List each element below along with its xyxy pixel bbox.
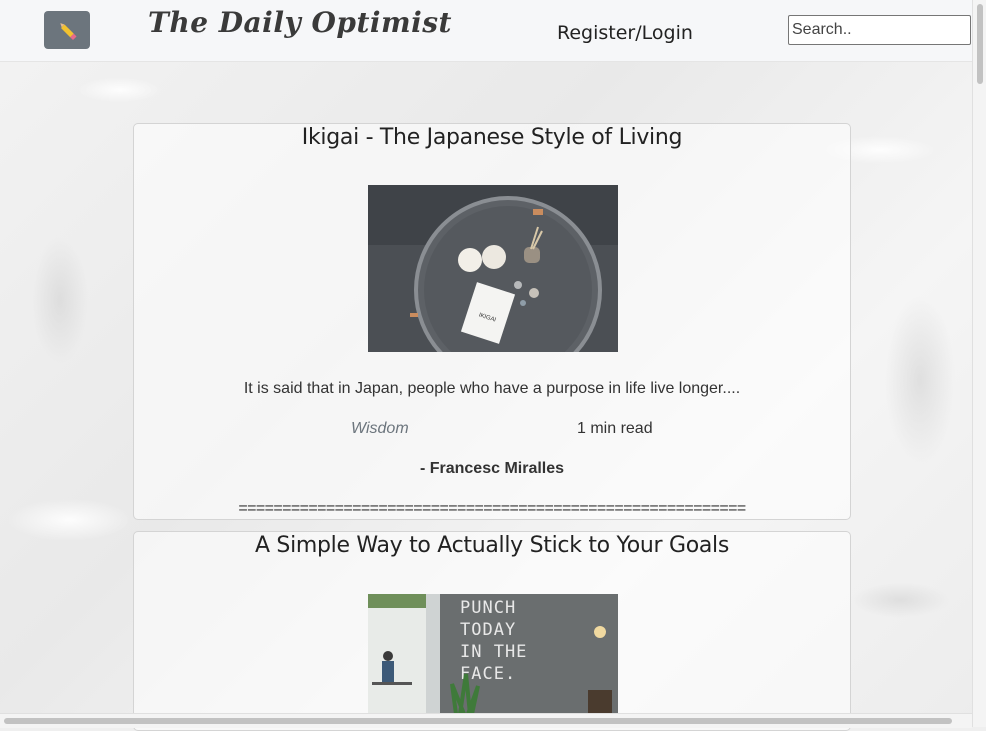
punch-today-image: PUNCH TODAY IN THE FACE.: [368, 594, 618, 714]
search-input[interactable]: [788, 15, 971, 45]
post-card: A Simple Way to Actually Stick to Your G…: [133, 531, 851, 731]
site-brand[interactable]: The Daily Optimist: [148, 6, 452, 39]
register-login-link[interactable]: Register/Login: [557, 22, 693, 44]
vertical-scroll-thumb[interactable]: [977, 4, 983, 84]
post-title[interactable]: Ikigai - The Japanese Style of Living: [134, 125, 850, 150]
post-category[interactable]: Wisdom: [351, 420, 409, 438]
post-excerpt: It is said that in Japan, people who hav…: [243, 380, 741, 397]
horizontal-scroll-thumb[interactable]: [4, 718, 952, 724]
post-divider: ========================================…: [238, 500, 746, 517]
horizontal-scrollbar[interactable]: [0, 713, 972, 728]
ikigai-tray-image: IKIGAI: [368, 185, 618, 352]
post-read-time: 1 min read: [577, 420, 653, 437]
image-text: PUNCH: [460, 598, 516, 618]
post-card: Ikigai - The Japanese Style of Living IK…: [133, 123, 851, 520]
post-author: - Francesc Miralles: [419, 460, 565, 477]
post-image[interactable]: PUNCH TODAY IN THE FACE.: [368, 594, 618, 714]
svg-text:IN THE: IN THE: [460, 642, 527, 662]
svg-text:TODAY: TODAY: [460, 620, 516, 640]
pencil-icon: [58, 21, 77, 40]
post-image[interactable]: IKIGAI: [368, 185, 618, 352]
top-navbar: The Daily Optimist Register/Login: [0, 0, 972, 62]
pencil-logo-button[interactable]: [44, 11, 90, 49]
vertical-scrollbar[interactable]: [972, 0, 986, 727]
post-title[interactable]: A Simple Way to Actually Stick to Your G…: [134, 533, 850, 558]
